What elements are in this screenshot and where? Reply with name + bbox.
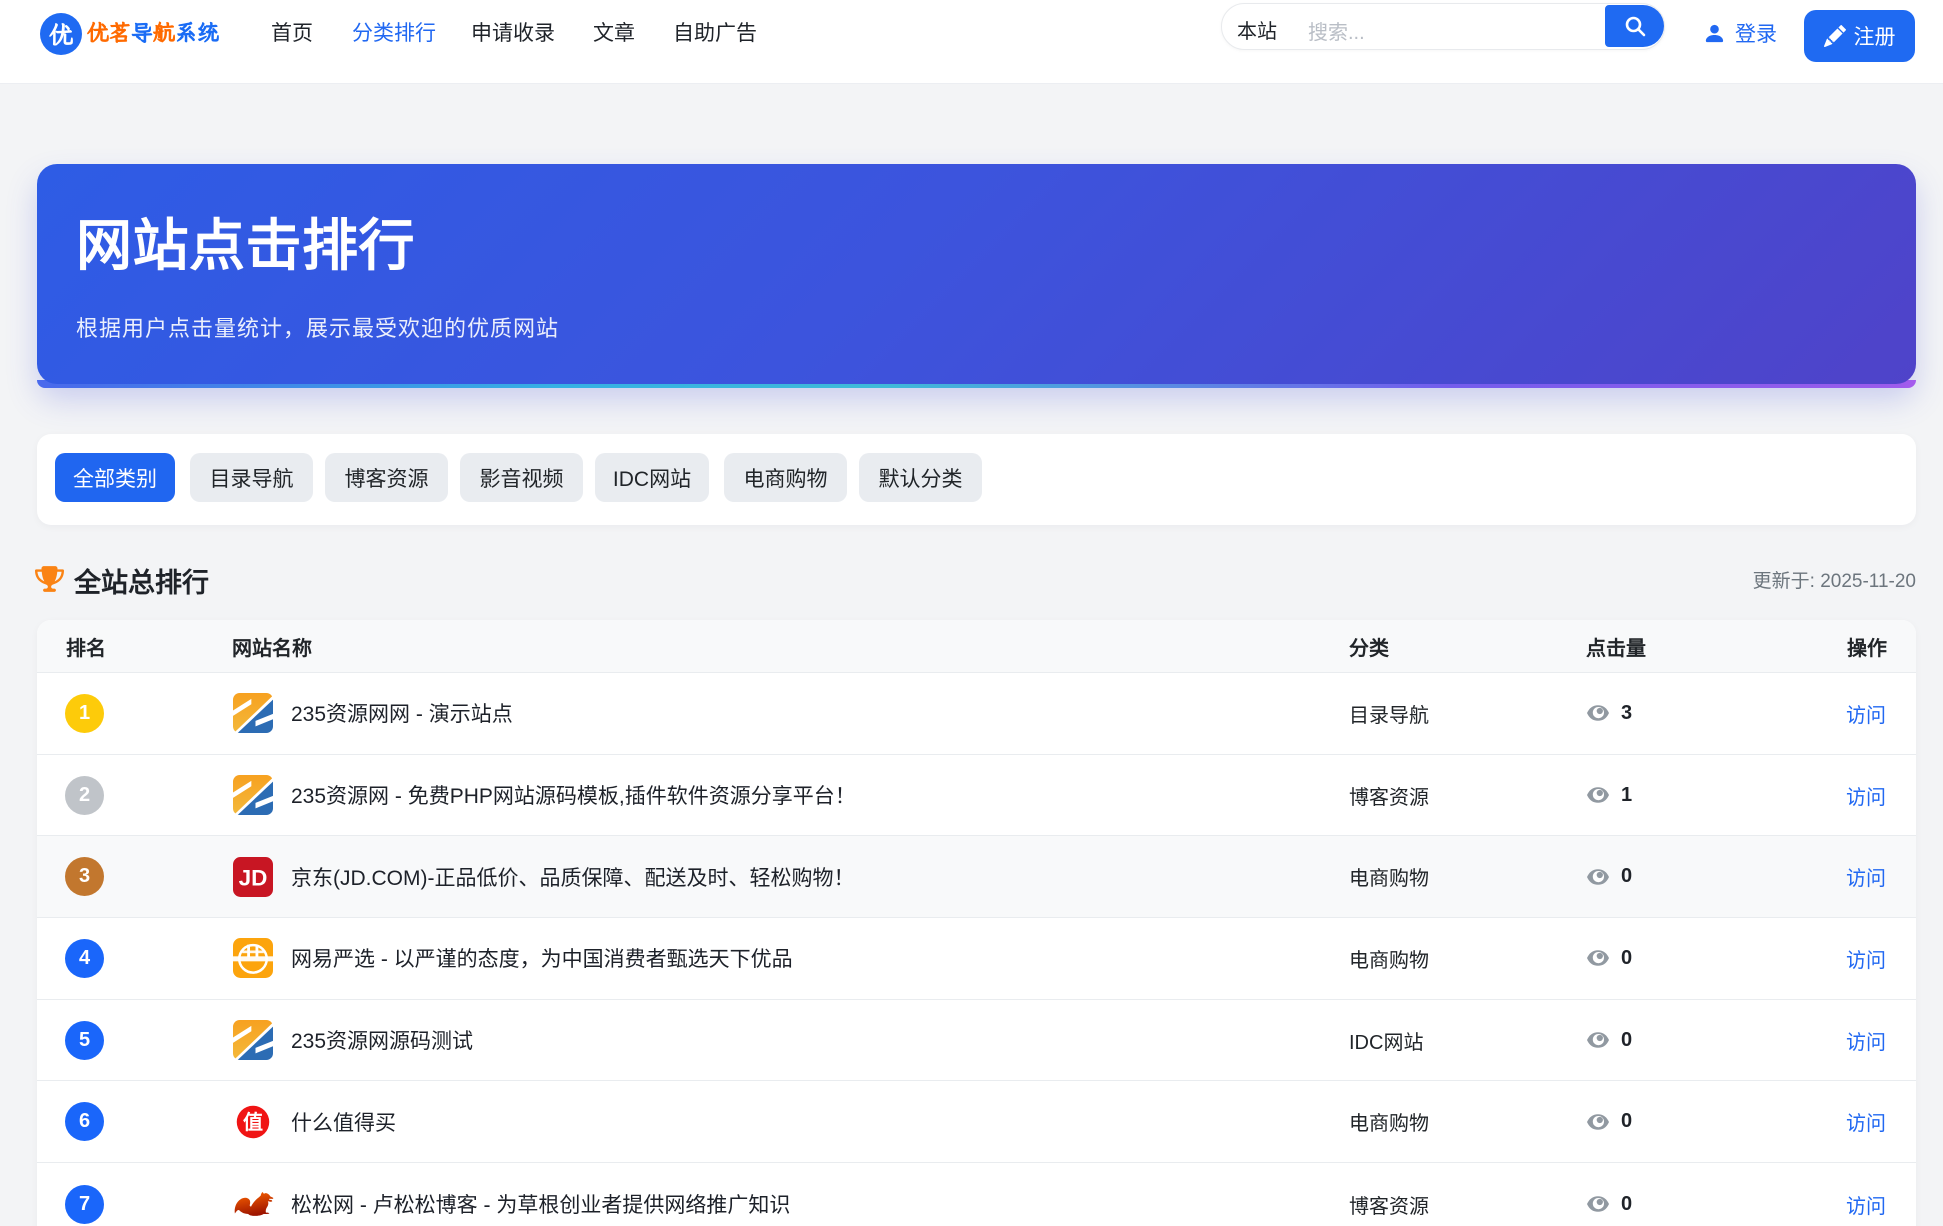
- svg-text:JD: JD: [239, 865, 268, 890]
- svg-text:值: 值: [243, 1110, 263, 1134]
